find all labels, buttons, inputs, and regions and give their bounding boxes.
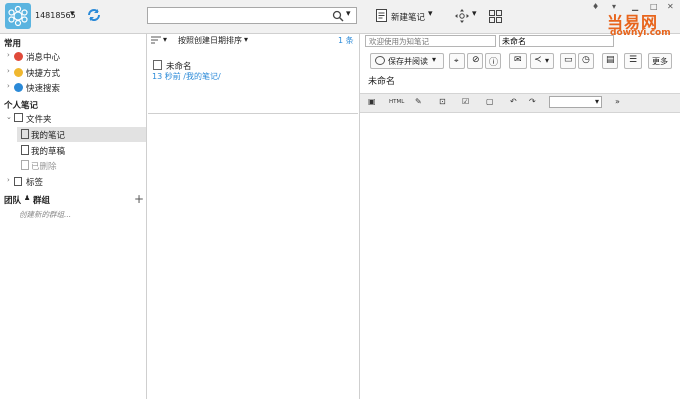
note-title-field[interactable] [499,35,614,47]
section-team-heading: 团队 [4,196,22,206]
document-title[interactable]: 未命名 [368,74,395,87]
new-note-icon[interactable] [376,9,387,22]
view-grid-icon[interactable] [489,10,502,23]
chevron-down-icon[interactable]: ▾ [595,97,599,106]
divider [148,113,358,114]
outline-button[interactable]: ☰ [624,53,642,69]
trash-icon [21,160,29,170]
sidebar-item-message-center[interactable]: 消息中心 [26,51,60,63]
sidebar-item-my-drafts[interactable]: 我的草稿 [31,145,65,157]
skin-icon[interactable]: ♦ [592,2,599,11]
page-icon[interactable]: ▢ [486,97,494,106]
sidebar-item-deleted[interactable]: 已删除 [31,160,57,172]
chevron-down-icon[interactable]: ▾ [70,9,75,19]
sync-icon[interactable] [86,7,102,23]
comment-button[interactable]: ▭ [560,53,576,69]
email-icon: ✉ [514,55,522,65]
comment-icon: ▭ [564,55,573,65]
note-list-item-meta: 13 秒前 /我的笔记/ [152,72,221,81]
insert-image-icon[interactable]: ⊡ [439,97,446,106]
sidebar-item-folders[interactable]: 文件夹 [26,113,52,125]
group-heading: 群组 [33,196,51,206]
sidebar-item-tags[interactable]: 标签 [26,176,43,188]
redo-icon[interactable]: ↷ [529,97,536,106]
sidebar-item-shortcuts[interactable]: 快捷方式 [26,67,60,79]
chevron-down-icon[interactable]: ▾ [428,9,433,19]
sort-icon[interactable] [151,36,161,44]
reminder-button[interactable]: ◷ [578,53,594,69]
group-icon: ♟ [24,194,31,202]
notebook-icon [21,145,29,155]
notebook-field[interactable] [365,35,496,47]
sidebar-item-my-notes[interactable]: 我的笔记 [31,129,65,141]
message-center-icon [14,52,23,61]
format-painter-icon[interactable]: ✎ [415,97,422,106]
notebook-icon [21,129,29,139]
share-icon: ≺ [534,55,542,65]
clock-icon: ◷ [582,55,590,65]
delete-button[interactable]: ▤ [602,53,618,69]
section-common-heading: 常用 [4,39,22,49]
undo-icon[interactable]: ↶ [510,97,517,106]
add-group-icon[interactable]: + [134,192,144,206]
note-count: 1 条 [338,36,354,45]
bookmark-icon: ⌖ [454,56,459,65]
chevron-right-icon[interactable]: › [7,176,10,184]
checkbox-icon[interactable]: ☑ [462,97,469,106]
move-icon[interactable] [454,8,470,24]
avatar[interactable] [5,3,31,29]
quick-search-icon [14,83,23,92]
more-label: 更多 [652,57,668,66]
tag-icon [14,177,22,186]
watermark-logo-subtitle: downyi.com [610,28,671,38]
expand-toolbar-icon[interactable]: » [615,97,620,106]
new-note-button[interactable]: 新建笔记 [391,11,425,23]
chevron-down-icon[interactable]: ⌄ [6,113,12,121]
close-icon[interactable]: ✕ [667,2,674,11]
save-read-icon [375,56,385,65]
search-options-chevron-icon[interactable]: ▾ [346,9,351,19]
chevron-right-icon[interactable]: › [7,51,10,59]
search-input[interactable] [147,7,357,24]
chevron-down-icon[interactable]: ▾ [545,56,549,65]
paperclip-icon: ⊘ [472,55,480,65]
list-icon: ☰ [629,55,638,65]
save-icon[interactable]: ▣ [368,97,376,106]
sidebar-item-quick-search[interactable]: 快速搜索 [26,82,60,94]
chevron-down-icon[interactable]: ▾ [472,9,477,19]
bookmark-button[interactable]: ⌖ [449,53,465,69]
create-group-link[interactable]: 创建新的群组... [19,209,71,220]
info-icon: ⓘ [489,58,499,68]
sort-order-dropdown[interactable]: 按照创建日期排序 [178,35,242,46]
section-personal-heading: 个人笔记 [4,101,39,111]
share-button[interactable]: ≺ ▾ [530,53,554,69]
search-icon[interactable] [332,10,344,22]
chevron-right-icon[interactable]: › [7,82,10,90]
shortcut-icon [14,68,23,77]
chevron-down-icon[interactable]: ▾ [163,35,167,44]
note-list-panel [147,34,360,399]
email-button[interactable]: ✉ [509,53,527,69]
more-button[interactable]: 更多 [648,53,672,69]
chevron-down-icon[interactable]: ▾ [244,35,248,44]
chevron-down-icon[interactable]: ▾ [432,55,436,64]
info-button[interactable]: ⓘ [485,53,501,69]
font-select[interactable]: ▾ [549,96,602,108]
folder-icon [14,113,23,122]
attachment-button[interactable]: ⊘ [467,53,483,69]
chevron-right-icon[interactable]: › [7,67,10,75]
note-icon [153,60,162,70]
editor-toolbar [360,93,680,113]
html-button[interactable]: HTML [389,99,404,105]
save-and-read-label: 保存并阅读 [388,57,428,66]
trash-icon: ▤ [606,55,615,65]
